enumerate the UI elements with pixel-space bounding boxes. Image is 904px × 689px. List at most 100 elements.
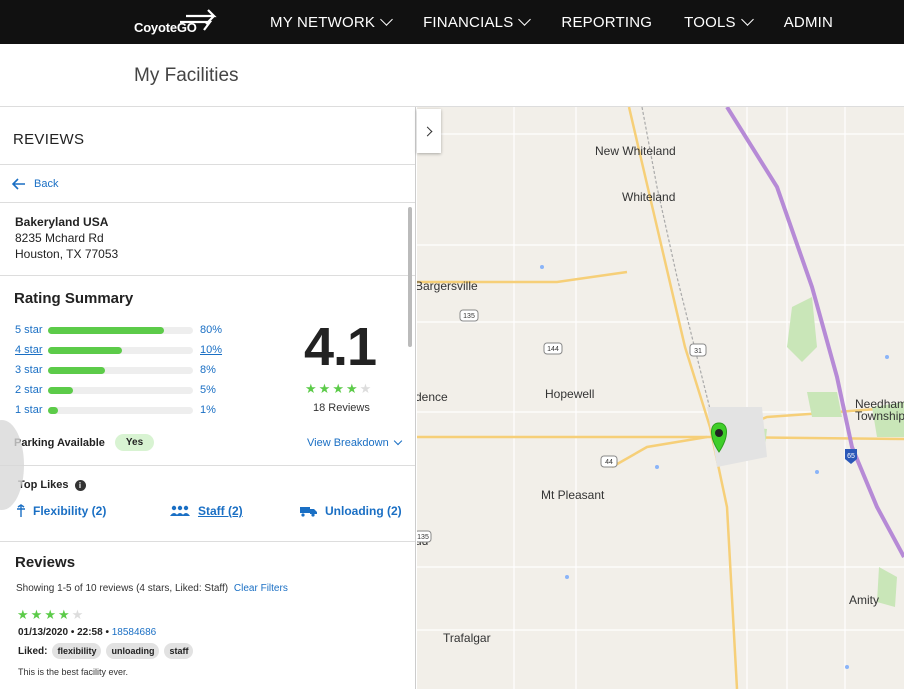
review-date: 01/13/2020 • 22:58 • (18, 627, 109, 638)
bar-fill (48, 386, 73, 394)
nav-my-network[interactable]: MY NETWORK (270, 13, 393, 31)
bar-percent: 5% (200, 384, 216, 396)
nav-admin[interactable]: ADMIN (784, 14, 833, 31)
nav-label: REPORTING (561, 13, 653, 31)
facility-city: Houston, TX 77053 (15, 247, 119, 261)
map-label: dence (417, 390, 448, 404)
bar-fill (48, 326, 164, 334)
bar-label: 3 star (15, 364, 43, 376)
map[interactable]: New Whiteland Whiteland Bargersville Hop… (417, 107, 904, 689)
star-empty-icon: ★ (71, 607, 84, 622)
bar-fill (48, 406, 59, 414)
reviews-panel: REVIEWS Back Bakeryland USA 8235 Mchard … (0, 107, 416, 689)
breakdown-label: View Breakdown (307, 437, 389, 449)
star-icon: ★ (305, 381, 317, 396)
logo-arrow-icon (180, 9, 217, 31)
star-icon: ★ (17, 607, 29, 622)
bar-fill (48, 366, 105, 374)
truck-icon (300, 507, 317, 517)
facility-name: Bakeryland USA (15, 215, 109, 229)
like-staff[interactable]: Staff (2) (169, 504, 243, 518)
view-breakdown-link[interactable]: View Breakdown (307, 436, 402, 449)
top-likes-label: Top Likes (18, 479, 69, 491)
rating-bar-2[interactable]: 2 star 5% (15, 383, 224, 397)
page-title: My Facilities (134, 65, 239, 86)
bar-label: 1 star (15, 404, 43, 416)
nav-financials[interactable]: FINANCIALS (423, 13, 532, 31)
review-id-link[interactable]: 18584686 (112, 627, 157, 638)
rating-bar-5[interactable]: 5 star 80% (15, 323, 224, 337)
chevron-down-icon (393, 436, 402, 446)
main-nav: MY NETWORK FINANCIALS REPORTING TOOLS AD… (270, 0, 865, 44)
collapse-panel-button[interactable] (417, 109, 441, 153)
facility-address: Bakeryland USA 8235 Mchard Rd Houston, T… (0, 203, 415, 276)
map-label: Whiteland (622, 190, 675, 204)
clear-filters-link[interactable]: Clear Filters (234, 583, 288, 594)
like-label: Flexibility (2) (33, 504, 107, 518)
chevron-down-icon (518, 13, 532, 26)
tag-chip: flexibility (52, 643, 102, 659)
rating-bar-3[interactable]: 3 star 8% (15, 363, 224, 377)
tag-chip: unloading (106, 643, 160, 659)
route-shield: 44 (605, 459, 613, 466)
flexibility-icon (17, 504, 25, 517)
arrow-left-icon (12, 177, 25, 190)
star-icon: ★ (30, 607, 43, 622)
star-icon: ★ (318, 381, 331, 396)
route-shield: 135 (417, 534, 429, 541)
map-label: Trafalgar (443, 631, 491, 645)
bar-track (48, 386, 193, 394)
nav-reporting[interactable]: REPORTING (561, 14, 652, 31)
chevron-down-icon (740, 13, 754, 26)
like-label: Unloading (2) (325, 504, 402, 518)
route-shield: 135 (463, 313, 475, 320)
bar-track (48, 406, 193, 414)
rating-bar-4[interactable]: 4 star 10% (15, 343, 224, 357)
back-label: Back (34, 177, 59, 190)
star-icon: ★ (332, 381, 344, 396)
review-stars: ★ ★ ★ ★ ★ (17, 607, 85, 623)
star-icon: ★ (345, 381, 358, 396)
reviews-title: Reviews (15, 554, 76, 571)
average-stars: ★ ★ ★ ★ ★ (305, 381, 373, 397)
route-shield: 65 (847, 453, 855, 460)
nav-tools[interactable]: TOOLS (684, 13, 754, 31)
top-likes: Top Likes i Flexibility (2) Staff (2) Un… (0, 466, 415, 542)
bar-percent: 8% (200, 364, 216, 376)
top-nav-bar: CoyoteGO MY NETWORK FINANCIALS REPORTING… (0, 0, 904, 44)
star-icon: ★ (57, 607, 70, 622)
panel-scrollbar[interactable] (408, 207, 412, 347)
like-flexibility[interactable]: Flexibility (2) (16, 504, 106, 518)
review-count: 18 Reviews (313, 402, 370, 414)
nav-label: ADMIN (783, 13, 834, 31)
parking-badge: Yes (114, 434, 155, 451)
route-shield: 31 (694, 348, 702, 355)
bar-label: 2 star (15, 384, 43, 396)
map-label: Township (855, 409, 904, 423)
rating-summary: Rating Summary 5 star 80% 4 star 10% 3 s… (0, 276, 415, 466)
bar-track (48, 366, 193, 374)
review-text: This is the best facility ever. (18, 667, 129, 677)
nav-label: MY NETWORK (270, 13, 376, 31)
review-liked: Liked: flexibility unloading staff (18, 643, 194, 659)
rating-bar-1[interactable]: 1 star 1% (15, 403, 224, 417)
nav-label: TOOLS (684, 13, 736, 31)
chevron-down-icon (380, 13, 393, 26)
bar-percent: 10% (200, 344, 223, 356)
liked-label: Liked: (18, 645, 48, 657)
like-label: Staff (2) (198, 504, 243, 518)
map-label: Hopewell (545, 387, 594, 401)
bar-percent: 80% (200, 324, 223, 336)
staff-icon (170, 505, 190, 516)
info-icon[interactable]: i (74, 479, 86, 491)
showing-text: Showing 1-5 of 10 reviews (4 stars, Like… (16, 583, 229, 594)
rating-summary-title: Rating Summary (14, 290, 134, 307)
back-link[interactable]: Back (0, 165, 415, 203)
like-unloading[interactable]: Unloading (2) (299, 504, 402, 518)
coyotego-logo[interactable]: CoyoteGO (134, 8, 217, 36)
star-empty-icon: ★ (359, 381, 372, 396)
reviews-filter-summary: Showing 1-5 of 10 reviews (4 stars, Like… (16, 583, 288, 594)
map-label: Bargersville (417, 279, 478, 293)
map-canvas: New Whiteland Whiteland Bargersville Hop… (417, 107, 904, 689)
bar-fill (48, 346, 122, 354)
